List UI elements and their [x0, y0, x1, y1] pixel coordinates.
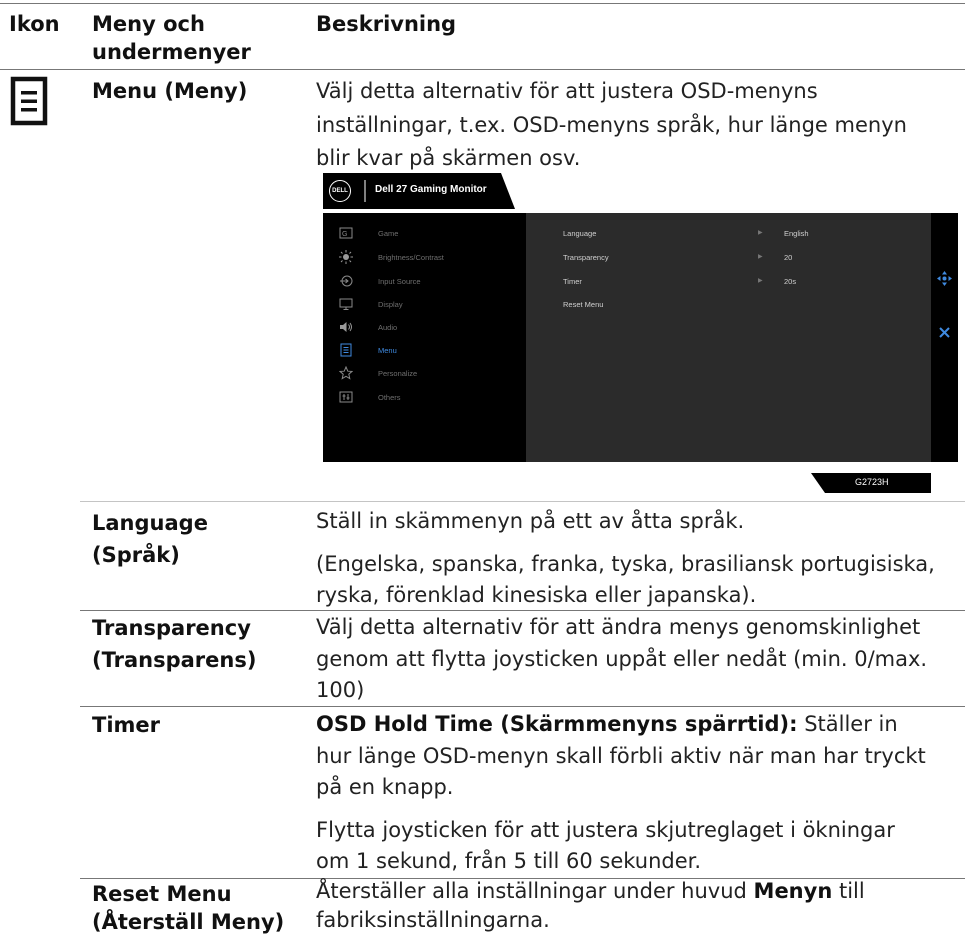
- row-rule-timer: [80, 706, 965, 707]
- reset-row-name-2: (Återställ Meny): [92, 910, 285, 934]
- osd-title: Dell 27 Gaming Monitor: [375, 184, 487, 195]
- dell-logo: DELL: [329, 180, 351, 202]
- osd-item-audio: Audio: [339, 317, 397, 337]
- language-row-description: Ställ in skämmenyn på ett av åtta språk.: [316, 509, 745, 533]
- menu-icon: [10, 76, 48, 126]
- osd-model-label: G2723H: [855, 477, 889, 487]
- reset-description-post: till: [832, 879, 865, 903]
- header-description-column: Beskrivning: [316, 12, 457, 36]
- menu-row-description-line-1: Välj detta alternativ för att justera OS…: [316, 79, 818, 103]
- transparency-row-name-2: (Transparens): [92, 648, 257, 672]
- chevron-right-icon: ▶: [758, 278, 763, 284]
- osd-item-input-source: Input Source: [339, 271, 421, 291]
- osd-item-others: Others: [339, 387, 401, 407]
- row-rule-transparency: [80, 610, 965, 611]
- language-row-languages-line-2: ryska, förenklad kinesiska eller japansk…: [316, 583, 757, 607]
- osd-item-display: Display: [339, 294, 403, 314]
- table-top-rule: [0, 3, 965, 4]
- osd-sub-language: Language ▶ English: [563, 229, 809, 238]
- osd-item-menu: Menu: [339, 340, 397, 360]
- row-rule-language: [80, 501, 965, 502]
- header-menu-column: Meny och undermenyer: [92, 10, 282, 66]
- reset-description-menyn: Menyn: [753, 879, 833, 903]
- timer-row-description-line-1: OSD Hold Time (Skärmmenyns spärrtid): St…: [316, 709, 898, 739]
- brightness-icon: [339, 250, 353, 264]
- language-row-name-2: (Språk): [92, 543, 180, 567]
- transparency-row-description-line-3: 100): [316, 678, 365, 702]
- others-icon: [339, 390, 353, 404]
- osd-submenu-panel: Language ▶ English Transparency ▶ 20 Tim…: [526, 213, 931, 462]
- timer-row-description-line-2: hur länge OSD-menyn skall förbli aktiv n…: [316, 744, 926, 768]
- close-icon: [938, 324, 951, 343]
- star-icon: [339, 366, 353, 380]
- reset-row-description-line-2: fabriksinställningarna.: [316, 908, 550, 932]
- menu-row-description-line-2: inställningar, t.ex. OSD-menyns språk, h…: [316, 113, 907, 137]
- transparency-row-description-line-1: Välj detta alternativ för att ändra meny…: [316, 615, 921, 639]
- osd-item-game: G Game: [339, 223, 398, 243]
- dell-logo-text: DELL: [332, 188, 348, 194]
- timer-row-description-line-3: på en knapp.: [316, 775, 454, 799]
- timer-osd-hold-time-label: OSD Hold Time (Skärmmenyns spärrtid):: [316, 712, 798, 736]
- header-icon-column: Ikon: [9, 12, 60, 36]
- reset-row-description-line-1: Återställer alla inställningar under huv…: [316, 876, 865, 906]
- osd-sub-transparency: Transparency ▶ 20: [563, 253, 793, 262]
- language-row-languages-line-1: (Engelska, spanska, franka, tyska, brasi…: [316, 552, 935, 576]
- osd-nav-strip: [931, 213, 958, 462]
- header-bottom-rule: [0, 69, 965, 70]
- reset-row-name-1: Reset Menu: [92, 882, 232, 906]
- input-source-icon: [339, 274, 353, 288]
- reset-description-pre: Återställer alla inställningar under huv…: [316, 879, 754, 903]
- timer-row-name: Timer: [92, 713, 161, 737]
- osd-main-menu: G Game Brightness/Contrast Input Source …: [323, 213, 526, 462]
- transparency-row-name-1: Transparency: [92, 616, 251, 640]
- transparency-row-description-line-2: genom att flytta joysticken uppåt eller …: [316, 647, 928, 671]
- svg-text:G: G: [342, 231, 347, 238]
- menu-row-name: Menu (Meny): [92, 79, 248, 103]
- osd-item-personalize: Personalize: [339, 363, 417, 383]
- header-menu-text: Meny och undermenyer: [92, 12, 251, 64]
- chevron-right-icon: ▶: [758, 254, 763, 260]
- menu-small-icon: [339, 343, 353, 357]
- audio-icon: [339, 320, 353, 334]
- game-icon: G: [339, 226, 353, 240]
- osd-sub-reset-menu: Reset Menu: [563, 300, 604, 309]
- osd-sub-timer: Timer ▶ 20s: [563, 277, 797, 286]
- osd-item-brightness: Brightness/Contrast: [339, 247, 444, 267]
- menu-row-description-line-3: blir kvar på skärmen osv.: [316, 146, 581, 170]
- timer-row-joystick-line-2: om 1 sekund, från 5 till 60 sekunder.: [316, 849, 702, 873]
- osd-model-tab: G2723H: [811, 473, 931, 493]
- chevron-right-icon: ▶: [758, 230, 763, 236]
- osd-screenshot: G Game Brightness/Contrast Input Source …: [323, 213, 958, 462]
- language-row-name-1: Language: [92, 511, 208, 535]
- joystick-icon: [937, 271, 952, 290]
- osd-title-tab: DELL Dell 27 Gaming Monitor: [323, 173, 515, 209]
- timer-row-joystick-line-1: Flytta joysticken för att justera skjutr…: [316, 818, 895, 842]
- timer-description-rest: Ställer in: [797, 712, 898, 736]
- display-icon: [339, 297, 353, 311]
